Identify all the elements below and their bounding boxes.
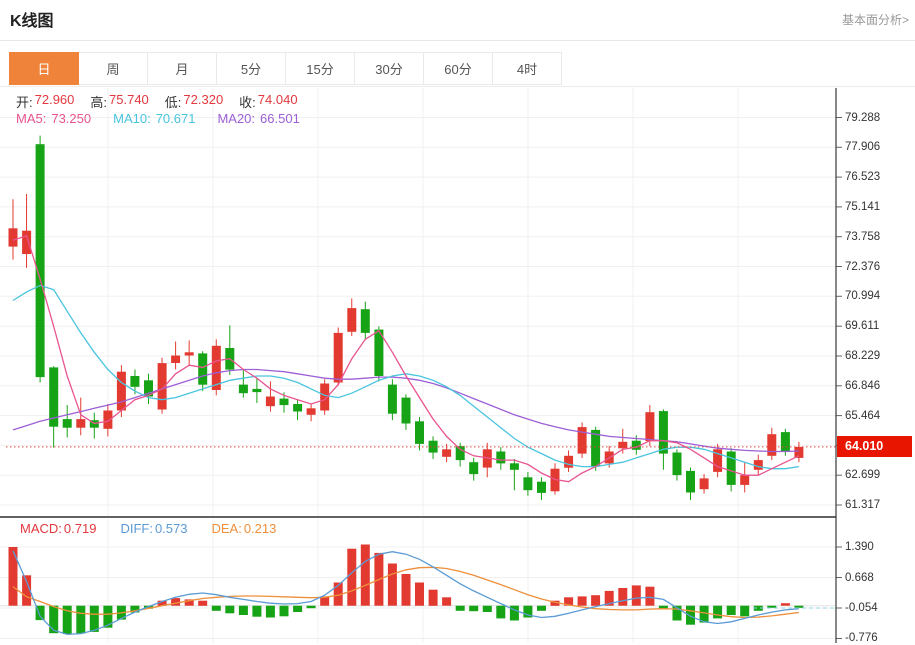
open-label: 开: (16, 92, 33, 111)
ma20-value: 66.501 (260, 111, 300, 126)
macd-label: MACD: (20, 521, 62, 536)
macd-tick-label: 0.668 (845, 571, 874, 585)
macd-tick-label: -0.054 (845, 601, 878, 615)
ma-legend: MA5: 73.250 MA10: 70.671 MA20: 66.501 (16, 111, 300, 126)
price-tick-label: 61.317 (845, 498, 880, 512)
price-tick-label: 66.846 (845, 379, 880, 393)
price-tick-label: 62.699 (845, 468, 880, 482)
low-label: 低: (165, 92, 182, 111)
price-tick-label: 70.994 (845, 289, 880, 303)
price-tick-label: 77.906 (845, 140, 880, 154)
price-tick-label: 68.229 (845, 349, 880, 363)
ma10-value: 70.671 (156, 111, 196, 126)
macd-tick-label: 1.390 (845, 540, 874, 554)
macd-legend: MACD:0.719 DIFF:0.573 DEA:0.213 (20, 521, 276, 536)
diff-value: 0.573 (155, 521, 188, 536)
tab-day[interactable]: 日 (9, 52, 79, 85)
ma5-label: MA5: (16, 111, 46, 126)
price-tick-label: 69.611 (845, 319, 879, 333)
dea-label: DEA: (211, 521, 241, 536)
macd-tick-label: -0.776 (845, 631, 878, 645)
macd-value: 0.719 (64, 521, 97, 536)
low-value: 72.320 (183, 92, 223, 111)
ma20-label: MA20: (217, 111, 255, 126)
dea-value: 0.213 (244, 521, 277, 536)
ohlc-legend: 开:72.960 高:75.740 低:72.320 收:74.040 (16, 92, 298, 111)
current-price-badge: 64.010 (837, 436, 912, 457)
price-tick-label: 76.523 (845, 170, 880, 184)
ma10-label: MA10: (113, 111, 151, 126)
close-label: 收: (239, 92, 256, 111)
price-tick-label: 65.464 (845, 409, 880, 423)
price-tick-label: 73.758 (845, 230, 880, 244)
high-label: 高: (90, 92, 107, 111)
kline-page: K线图 基本面分析> 日 周 月 5分 15分 30分 60分 4时 开:72.… (0, 0, 915, 645)
price-tick-label: 75.141 (845, 200, 880, 214)
high-value: 75.740 (109, 92, 149, 111)
price-tick-label: 72.376 (845, 260, 880, 274)
close-value: 74.040 (258, 92, 298, 111)
current-price-value: 64.010 (845, 439, 883, 453)
diff-label: DIFF: (120, 521, 153, 536)
ma5-value: 73.250 (51, 111, 91, 126)
open-value: 72.960 (35, 92, 75, 111)
price-tick-label: 79.288 (845, 111, 880, 125)
